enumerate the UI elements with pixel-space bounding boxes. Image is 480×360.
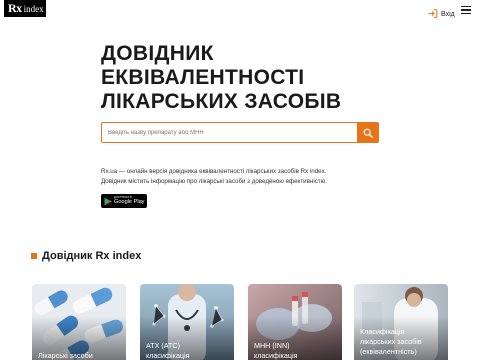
rx-index-logo[interactable]: Rx index [4,0,46,17]
card-label: Лікарські засоби [38,351,122,360]
description-line: Довідник містить інформацію про лікарськ… [101,178,327,185]
logo-rx: Rx [8,1,22,15]
card-label: Класифікація лікарських засобів (еквівал… [360,327,444,357]
search-bar [101,122,379,143]
card-label-line: (еквівалентність) [360,347,417,356]
title-line: ЛІКАРСЬКИХ ЗАСОБІВ [101,90,342,113]
card-label-line: лікарських засобів [360,337,422,346]
card-label-line: МНН (INN) [254,341,290,350]
google-play-icon [104,197,112,205]
card-medicines-classification[interactable]: Класифікація лікарських засобів (еквівал… [354,284,448,360]
top-bar: Rx index Вхід [0,0,480,22]
section-title: Довідник Rx index [42,250,142,262]
hamburger-menu-icon[interactable] [461,6,471,14]
login-label: Вхід [441,10,455,18]
card-medicines[interactable]: Лікарські засоби [32,284,126,360]
card-label-line: класифікація [146,351,190,360]
section-bullet-icon [31,253,37,259]
card-label-line: Класифікація [360,327,405,336]
description-line: Rx.ua — онлайн версія довідника еквівале… [101,168,327,175]
card-atc-classification[interactable]: АТХ (АТС) класифікація [140,284,234,360]
card-label-line: Лікарські засоби [38,351,93,360]
logo-index: index [23,3,44,14]
google-play-big-text: Google Play [114,198,145,205]
google-play-badge[interactable]: ДОСТУПНО В Google Play [101,194,147,208]
card-label-line: класифікація [254,351,298,360]
login-button[interactable]: Вхід [428,5,455,23]
section-heading: Довідник Rx index [31,250,141,262]
card-label-line: АТХ (АТС) [146,341,181,350]
search-button[interactable] [357,123,378,142]
search-input[interactable] [102,123,357,142]
card-inn-classification[interactable]: МНН (INN) класифікація [248,284,342,360]
site-description: Rx.ua — онлайн версія довідника еквівале… [101,167,401,187]
card-label: МНН (INN) класифікація [254,341,338,360]
title-line: ЕКВІВАЛЕНТНОСТІ [101,66,305,89]
login-icon [428,5,438,23]
page-title: ДОВІДНИК ЕКВІВАЛЕНТНОСТІ ЛІКАРСЬКИХ ЗАСО… [101,42,341,114]
card-label: АТХ (АТС) класифікація [146,341,230,360]
title-line: ДОВІДНИК [101,42,214,65]
search-icon [363,128,373,138]
